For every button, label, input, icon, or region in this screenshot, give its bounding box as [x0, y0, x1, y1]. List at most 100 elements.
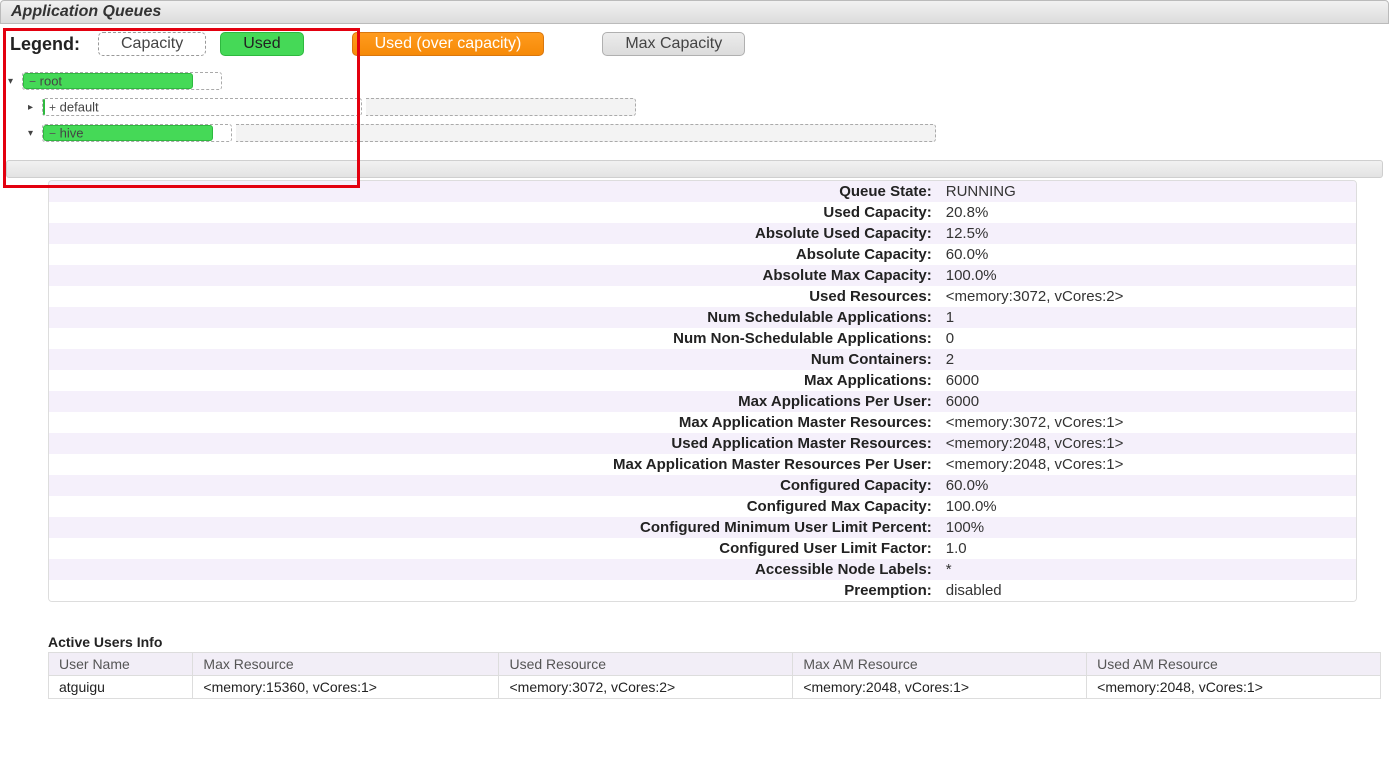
queue-name: − hive: [49, 126, 84, 141]
users-cell: <memory:2048, vCores:1>: [1087, 676, 1381, 699]
detail-key: Queue State:: [49, 181, 938, 202]
detail-key: Absolute Max Capacity:: [49, 265, 938, 286]
users-col-header: Used Resource: [499, 653, 793, 676]
detail-key: Configured User Limit Factor:: [49, 538, 938, 559]
detail-value: 6000: [938, 370, 1356, 391]
detail-value: 1.0: [938, 538, 1356, 559]
detail-value: 0: [938, 328, 1356, 349]
detail-key: Absolute Capacity:: [49, 244, 938, 265]
active-users-table: User NameMax ResourceUsed ResourceMax AM…: [48, 652, 1381, 699]
queue-row-default[interactable]: ▸ + default: [8, 94, 1383, 120]
detail-value: *: [938, 559, 1356, 580]
queue-row-hive[interactable]: ▾ − hive: [8, 120, 1383, 146]
detail-row: Absolute Max Capacity:100.0%: [49, 265, 1356, 286]
detail-row: Num Non-Schedulable Applications:0: [49, 328, 1356, 349]
detail-key: Used Resources:: [49, 286, 938, 307]
detail-key: Used Application Master Resources:: [49, 433, 938, 454]
users-col-header: Max Resource: [193, 653, 499, 676]
panel-title: Application Queues: [0, 0, 1389, 24]
legend-row: Legend: Capacity Used Used (over capacit…: [0, 24, 1389, 64]
caret-icon[interactable]: ▾: [8, 76, 18, 87]
minus-icon: −: [49, 127, 56, 141]
legend-chip-over: Used (over capacity): [352, 32, 545, 56]
queue-bar[interactable]: + default: [42, 98, 362, 116]
detail-row: Max Applications Per User:6000: [49, 391, 1356, 412]
detail-key: Preemption:: [49, 580, 938, 601]
detail-value: 6000: [938, 391, 1356, 412]
detail-key: Configured Capacity:: [49, 475, 938, 496]
detail-row: Configured Capacity:60.0%: [49, 475, 1356, 496]
queue-bar-fill: [43, 99, 45, 115]
detail-row: Max Application Master Resources:<memory…: [49, 412, 1356, 433]
detail-key: Max Application Master Resources:: [49, 412, 938, 433]
queue-bar-max: [366, 98, 636, 116]
detail-key: Configured Minimum User Limit Percent:: [49, 517, 938, 538]
users-row: atguigu<memory:15360, vCores:1><memory:3…: [49, 676, 1381, 699]
detail-value: RUNNING: [938, 181, 1356, 202]
detail-value: disabled: [938, 580, 1356, 601]
users-col-header: Max AM Resource: [793, 653, 1087, 676]
detail-value: 2: [938, 349, 1356, 370]
users-col-header: Used AM Resource: [1087, 653, 1381, 676]
detail-value: <memory:3072, vCores:2>: [938, 286, 1356, 307]
queue-row-root[interactable]: ▾ − root: [8, 68, 1383, 94]
legend-chip-capacity: Capacity: [98, 32, 206, 56]
detail-row: Preemption:disabled: [49, 580, 1356, 601]
detail-value: 100.0%: [938, 496, 1356, 517]
queue-bar-max: [236, 124, 936, 142]
minus-icon: −: [29, 75, 36, 89]
plus-icon: +: [49, 101, 56, 115]
queue-name: − root: [29, 74, 62, 89]
detail-row: Max Application Master Resources Per Use…: [49, 454, 1356, 475]
detail-key: Num Containers:: [49, 349, 938, 370]
detail-row: Max Applications:6000: [49, 370, 1356, 391]
detail-row: Used Capacity:20.8%: [49, 202, 1356, 223]
detail-key: Configured Max Capacity:: [49, 496, 938, 517]
detail-value: 1: [938, 307, 1356, 328]
detail-key: Used Capacity:: [49, 202, 938, 223]
caret-icon[interactable]: ▾: [28, 128, 38, 139]
detail-value: 60.0%: [938, 475, 1356, 496]
detail-row: Num Containers:2: [49, 349, 1356, 370]
detail-row: Used Resources:<memory:3072, vCores:2>: [49, 286, 1356, 307]
detail-row: Configured Max Capacity:100.0%: [49, 496, 1356, 517]
detail-value: 100%: [938, 517, 1356, 538]
users-cell: <memory:3072, vCores:2>: [499, 676, 793, 699]
users-col-header: User Name: [49, 653, 193, 676]
detail-key: Max Applications:: [49, 370, 938, 391]
queue-details-table: Queue State:RUNNINGUsed Capacity:20.8%Ab…: [48, 180, 1357, 602]
queue-name: + default: [49, 100, 99, 115]
detail-key: Accessible Node Labels:: [49, 559, 938, 580]
users-cell: <memory:2048, vCores:1>: [793, 676, 1087, 699]
detail-value: 100.0%: [938, 265, 1356, 286]
detail-key: Absolute Used Capacity:: [49, 223, 938, 244]
detail-key: Num Schedulable Applications:: [49, 307, 938, 328]
separator-bar: [6, 160, 1383, 178]
detail-value: 60.0%: [938, 244, 1356, 265]
queue-bar[interactable]: − root: [22, 72, 222, 90]
legend-chip-used: Used: [220, 32, 303, 56]
detail-row: Queue State:RUNNING: [49, 181, 1356, 202]
detail-row: Absolute Capacity:60.0%: [49, 244, 1356, 265]
detail-row: Configured Minimum User Limit Percent:10…: [49, 517, 1356, 538]
legend-chip-max: Max Capacity: [602, 32, 745, 56]
detail-row: Configured User Limit Factor:1.0: [49, 538, 1356, 559]
detail-key: Max Applications Per User:: [49, 391, 938, 412]
active-users-title: Active Users Info: [48, 634, 1389, 650]
caret-icon[interactable]: ▸: [28, 102, 38, 113]
users-cell: atguigu: [49, 676, 193, 699]
detail-value: 12.5%: [938, 223, 1356, 244]
queue-bar[interactable]: − hive: [42, 124, 232, 142]
detail-row: Accessible Node Labels:*: [49, 559, 1356, 580]
detail-value: 20.8%: [938, 202, 1356, 223]
detail-key: Max Application Master Resources Per Use…: [49, 454, 938, 475]
users-cell: <memory:15360, vCores:1>: [193, 676, 499, 699]
detail-value: <memory:2048, vCores:1>: [938, 433, 1356, 454]
detail-row: Used Application Master Resources:<memor…: [49, 433, 1356, 454]
detail-row: Absolute Used Capacity:12.5%: [49, 223, 1356, 244]
detail-row: Num Schedulable Applications:1: [49, 307, 1356, 328]
detail-value: <memory:2048, vCores:1>: [938, 454, 1356, 475]
detail-value: <memory:3072, vCores:1>: [938, 412, 1356, 433]
detail-key: Num Non-Schedulable Applications:: [49, 328, 938, 349]
legend-label: Legend:: [10, 34, 80, 55]
